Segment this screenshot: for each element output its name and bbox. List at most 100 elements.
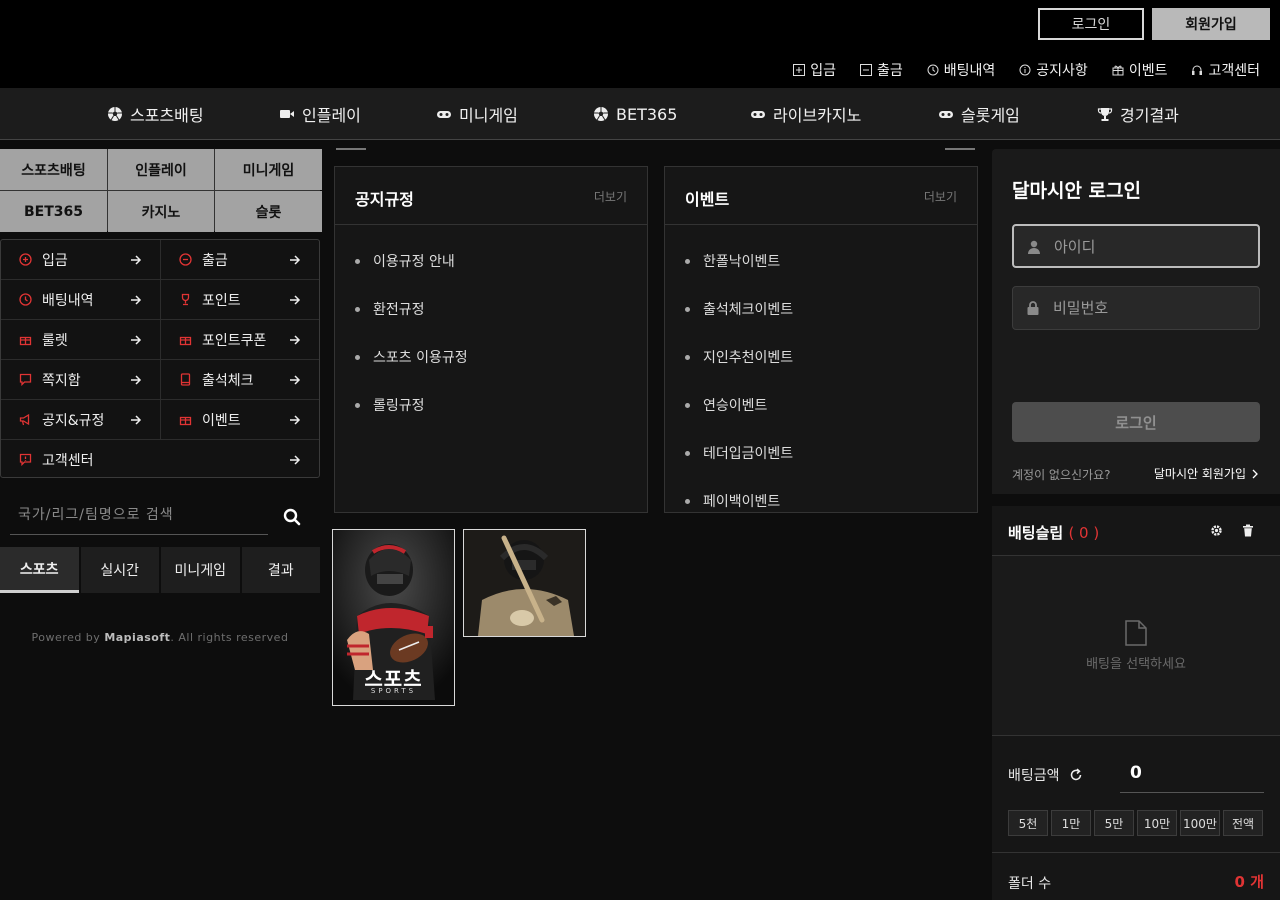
more-link[interactable]: 더보기 [594,188,627,205]
list-item[interactable]: 출석체크이벤트 [685,285,793,333]
side-menu-label: 공지&규정 [42,412,105,429]
util-link-label: 공지사항 [1036,63,1088,79]
game-card-baseball[interactable] [463,529,586,637]
bullet [685,258,690,264]
refresh-icon[interactable] [1069,768,1083,782]
chip-button[interactable]: 5천 [1008,810,1048,836]
gift-icon [19,336,32,346]
list-item-label: 테더입금이벤트 [703,446,794,462]
amount-chips: 5천 1만 5만 10만 100만 전액 [1008,810,1263,836]
list-item[interactable]: 연승이벤트 [685,381,793,429]
join-link[interactable]: 달마시안 회원가입 [1154,465,1258,482]
list-item[interactable]: 페이백이벤트 [685,477,793,525]
chip-button[interactable]: 10만 [1137,810,1177,836]
side-menu-point-coupon[interactable]: 포인트쿠폰 [161,320,319,359]
nav-sports-betting[interactable]: 스포츠배팅 [107,88,204,140]
side-menu-deposit[interactable]: 입금 [1,240,161,279]
folder-count-value: 0 개 [1234,873,1264,891]
list-item[interactable]: 스포츠 이용규정 [355,333,468,381]
list-item[interactable]: 테더입금이벤트 [685,429,793,477]
header-login-button[interactable]: 로그인 [1038,8,1144,40]
list-item-label: 스포츠 이용규정 [373,350,468,366]
bet-slip-header: 배팅슬립 ( 0 ) [992,506,1280,556]
category-bet365[interactable]: BET365 [0,191,107,232]
arrow-right-icon [290,374,301,385]
category-casino[interactable]: 카지노 [108,191,214,232]
tab-results[interactable]: 결과 [241,547,320,593]
info-icon [1019,64,1031,76]
side-menu-event[interactable]: 이벤트 [161,400,319,439]
nav-live-casino[interactable]: 라이브카지노 [750,88,861,140]
category-minigame[interactable]: 미니게임 [215,149,322,190]
side-menu-messages[interactable]: 쪽지함 [1,360,161,399]
search-icon[interactable] [282,507,302,527]
category-inplay[interactable]: 인플레이 [108,149,214,190]
chip-button[interactable]: 5만 [1094,810,1134,836]
util-link-label: 이벤트 [1128,63,1168,79]
bet-slip: 배팅슬립 ( 0 ) 배팅을 선택하세요 배팅금액 0 5천 1만 5만 10만… [992,506,1280,900]
side-menu-label: 출석체크 [202,372,254,389]
bet-amount-input[interactable]: 0 [1120,753,1264,793]
util-link-withdraw[interactable]: 출금 [860,60,903,80]
id-input[interactable] [1054,232,1254,262]
header-join-button[interactable]: 회원가입 [1152,8,1270,40]
gift-icon [179,336,192,346]
chip-button[interactable]: 1만 [1051,810,1091,836]
category-sports-betting[interactable]: 스포츠배팅 [0,149,107,190]
arrow-right-icon [131,374,142,385]
arrow-right-icon [131,294,142,305]
trash-icon[interactable] [1242,524,1254,537]
nav-minigame[interactable]: 미니게임 [436,88,518,140]
list-item[interactable]: 롤링규정 [355,381,468,429]
history-icon [19,293,32,306]
bullet [355,402,360,408]
bullet [685,450,690,456]
message-icon [19,373,32,386]
sport-tabs: 스포츠 실시간 미니게임 결과 [0,547,320,593]
side-menu-attendance[interactable]: 출석체크 [161,360,319,399]
side-menu-point[interactable]: 포인트 [161,280,319,319]
side-menu-label: 출금 [202,252,228,269]
tab-live[interactable]: 실시간 [80,547,159,593]
side-menu-roulette[interactable]: 룰렛 [1,320,161,359]
nav-inplay[interactable]: 인플레이 [279,88,361,140]
side-menu-withdraw[interactable]: 출금 [161,240,319,279]
list-item[interactable]: 지인추천이벤트 [685,333,793,381]
util-link-support[interactable]: 고객센터 [1191,60,1260,80]
util-link-event[interactable]: 이벤트 [1112,60,1168,80]
nav-bet365[interactable]: BET365 [593,88,677,140]
list-item[interactable]: 한폴낙이벤트 [685,237,793,285]
chip-button[interactable]: 전액 [1223,810,1263,836]
login-button[interactable]: 로그인 [1012,402,1260,442]
book-icon [180,373,191,386]
tab-minigame[interactable]: 미니게임 [161,547,240,593]
more-link[interactable]: 더보기 [924,188,957,205]
list-item[interactable]: 이용규정 안내 [355,237,468,285]
side-menu-notice-rules[interactable]: 공지&규정 [1,400,161,439]
util-link-bet-history[interactable]: 배팅내역 [927,60,995,80]
side-menu-bet-history[interactable]: 배팅내역 [1,280,161,319]
search-input[interactable] [10,500,250,530]
bet-slip-empty: 배팅을 선택하세요 [992,556,1280,736]
nav-match-results[interactable]: 경기결과 [1097,88,1179,140]
list-item[interactable]: 환전규정 [355,285,468,333]
util-link-notice[interactable]: 공지사항 [1019,60,1088,80]
bet-slip-title-text: 배팅슬립 [1008,524,1064,542]
tab-sports[interactable]: 스포츠 [0,547,79,593]
password-input[interactable] [1053,293,1253,323]
nav-slot-game[interactable]: 슬롯게임 [938,88,1020,140]
powered-suffix: . All rights reserved [170,631,289,644]
side-menu-label: 룰렛 [42,332,68,349]
login-panel: 달마시안 로그인 로그인 계정이 없으신가요? 달마시안 회원가입 [992,149,1280,494]
gear-icon[interactable] [1210,524,1223,537]
chip-button[interactable]: 100만 [1180,810,1220,836]
category-slot[interactable]: 슬롯 [215,191,322,232]
trophy-icon [181,293,190,306]
list-item-label: 페이백이벤트 [703,494,781,510]
list-item-label: 출석체크이벤트 [703,302,794,318]
side-menu-row: 쪽지함 출석체크 [1,360,319,400]
side-menu-support[interactable]: 고객센터 [1,440,319,479]
util-link-deposit[interactable]: 입금 [793,60,836,80]
game-card-sports[interactable]: 스포츠 SPORTS [332,529,455,706]
side-menu-label: 배팅내역 [42,292,94,309]
